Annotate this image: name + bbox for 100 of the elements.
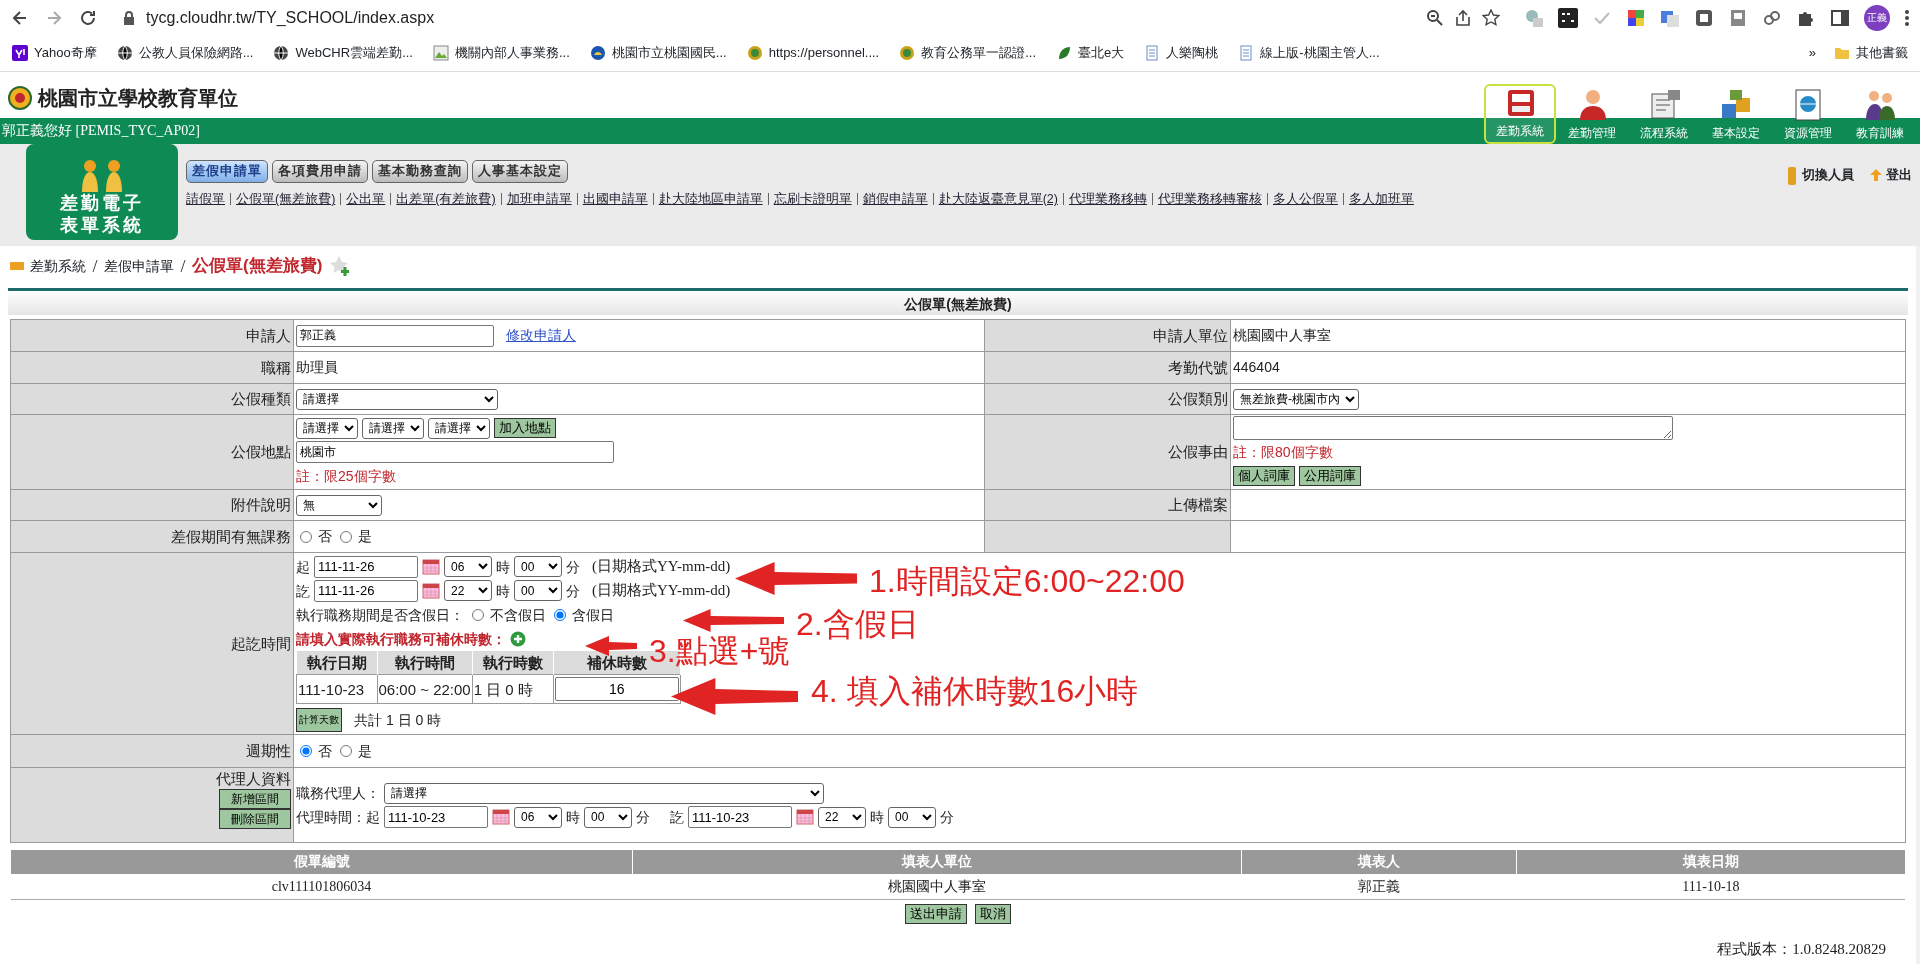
nav-link[interactable]: 多人加班單 [1348,190,1414,208]
bookmark-link[interactable]: 教育公務單一認證... [899,45,1037,62]
text-field[interactable]: 桃園市 [296,441,614,463]
nav-link[interactable]: 赴大陸返臺意見單(2) [938,190,1058,208]
hour-dropdown[interactable]: 22 [444,580,492,602]
radio-button[interactable] [554,608,566,621]
bookmark-link[interactable]: 機關內部人事業務... [433,45,570,62]
text-field[interactable]: 郭正義 [296,324,494,347]
square-icon[interactable] [1694,8,1714,28]
breadcrumb-current: 公假單(無差旅費) [192,254,323,277]
bookmark-link[interactable]: 公教人員保險網路... [116,45,254,62]
menu-icon[interactable] [1904,9,1910,27]
minute-dropdown[interactable]: 00 [584,806,632,828]
module-button[interactable]: 資源管理 [1772,84,1844,144]
share-icon[interactable] [1454,9,1472,27]
nav-tab[interactable]: 人事基本設定 [472,160,568,183]
breadcrumb-link[interactable]: 差假申請單 [104,256,174,276]
link-icon[interactable] [1762,8,1782,28]
action-button[interactable]: 公用詞庫 [1299,466,1361,486]
bookmark-link[interactable]: 線上版-桃園主管人... [1238,45,1380,62]
radio-button[interactable] [300,530,312,543]
minute-dropdown[interactable]: 00 [514,580,562,602]
dropdown[interactable]: 請選擇 [428,417,490,439]
side-panel-icon[interactable] [1830,8,1850,28]
add-icon[interactable] [510,630,526,647]
radio-button[interactable] [340,530,352,543]
radio-button[interactable] [300,745,312,757]
bookmark-link[interactable]: 桃園市立桃園國民... [589,45,727,62]
nav-tab[interactable]: 差假申請單 [186,160,268,183]
agent-dropdown[interactable]: 請選擇 [384,782,824,804]
radio-button[interactable] [340,745,352,757]
nav-link[interactable]: 公出單 [346,190,386,208]
reload-icon[interactable] [78,8,98,28]
calendar-icon[interactable] [796,809,814,825]
hour-dropdown[interactable]: 22 [818,806,866,828]
star-icon[interactable] [1482,9,1500,27]
calculate-button[interactable]: 計算天數 [296,708,342,733]
bookmark-link[interactable]: Yahoo奇摩 [12,45,97,62]
bookmark-folder[interactable]: 其他書籤 [1834,45,1908,62]
zoom-icon[interactable] [1426,9,1444,27]
hours-field[interactable]: 16 [554,677,679,702]
bookmark-link[interactable]: 人樂陶桃 [1144,45,1219,62]
nav-link[interactable]: 赴大陸地區申請單 [658,190,763,208]
nav-tab[interactable]: 基本勤務查詢 [372,160,468,183]
module-button[interactable]: 基本設定 [1700,84,1772,144]
range-button[interactable]: 刪除區間 [219,808,291,829]
module-button[interactable]: 教育訓練 [1844,84,1916,144]
overflow-chevron[interactable]: » [1808,45,1816,62]
calendar-icon[interactable] [422,582,440,599]
date-field[interactable]: 111-10-23 [688,806,792,828]
translate-icon[interactable] [1660,8,1680,28]
nav-link[interactable]: 銷假申請單 [862,190,928,208]
date-field[interactable]: 111-11-26 [314,555,418,578]
radio-button[interactable] [472,608,484,621]
action-button[interactable]: 取消 [974,904,1011,925]
document-icon[interactable] [1728,8,1748,28]
dropdown[interactable]: 請選擇 [296,417,358,439]
date-field[interactable]: 111-11-26 [314,579,418,602]
breadcrumb-link[interactable]: 差勤系統 [30,256,86,276]
action-button[interactable]: 加入地點 [494,418,556,438]
bookmark-link[interactable]: WebCHR雲端差勤... [273,45,413,62]
dropdown[interactable]: 無差旅費-桃園市內 [1233,388,1359,410]
profile-avatar[interactable]: 正義 [1864,5,1890,31]
dropdown[interactable]: 請選擇 [362,417,424,439]
module-button[interactable]: 流程系統 [1628,84,1700,144]
hour-dropdown[interactable]: 06 [444,556,492,578]
bookmark-link[interactable]: https://personnel.... [746,45,880,62]
nav-link[interactable]: 代理業務移轉 [1068,190,1147,208]
minute-dropdown[interactable]: 00 [514,556,562,578]
range-button[interactable]: 新增區間 [219,788,291,809]
logout-link[interactable]: 登出 [1870,167,1912,184]
hour-dropdown[interactable]: 06 [514,806,562,828]
nav-link[interactable]: 公假單(無差旅費) [236,190,336,208]
nav-tab[interactable]: 各項費用申請 [272,160,368,183]
dropdown[interactable]: 無 [296,494,382,516]
text-area[interactable] [1233,416,1673,440]
module-button[interactable]: 差勤管理 [1556,84,1628,144]
logo-text: 差勤電子 [60,192,144,214]
minute-dropdown[interactable]: 00 [888,806,936,828]
nav-link[interactable]: 請假單 [186,190,225,208]
nav-link[interactable]: 加班申請單 [506,190,572,208]
palette-icon[interactable] [1626,8,1646,28]
nav-link[interactable]: 出國申請單 [582,190,648,208]
nav-link[interactable]: 代理業務移轉審核 [1157,190,1262,208]
action-button[interactable]: 個人詞庫 [1233,466,1295,486]
calendar-icon[interactable] [492,809,510,825]
switch-user-link[interactable]: 切換人員 [1786,165,1854,186]
calendar-icon[interactable] [422,558,440,575]
field-label: 公假種類 [231,390,291,408]
nav-link[interactable]: 多人公假單 [1272,190,1338,208]
bookmark-link[interactable]: 臺北e大 [1056,45,1125,62]
action-button[interactable]: 送出申請 [904,904,967,925]
nav-link[interactable]: 忘刷卡證明單 [773,190,852,208]
date-field[interactable]: 111-10-23 [384,806,488,828]
module-button[interactable]: 差勤系統 [1484,84,1556,144]
binary-icon[interactable] [1558,8,1578,28]
url-text[interactable]: tycg.cloudhr.tw/TY_SCHOOL/index.aspx [146,7,1416,29]
edit-applicant-link[interactable]: 修改申請人 [506,326,576,345]
nav-link[interactable]: 出差單(有差旅費) [396,190,496,208]
dropdown[interactable]: 請選擇 [296,388,498,410]
